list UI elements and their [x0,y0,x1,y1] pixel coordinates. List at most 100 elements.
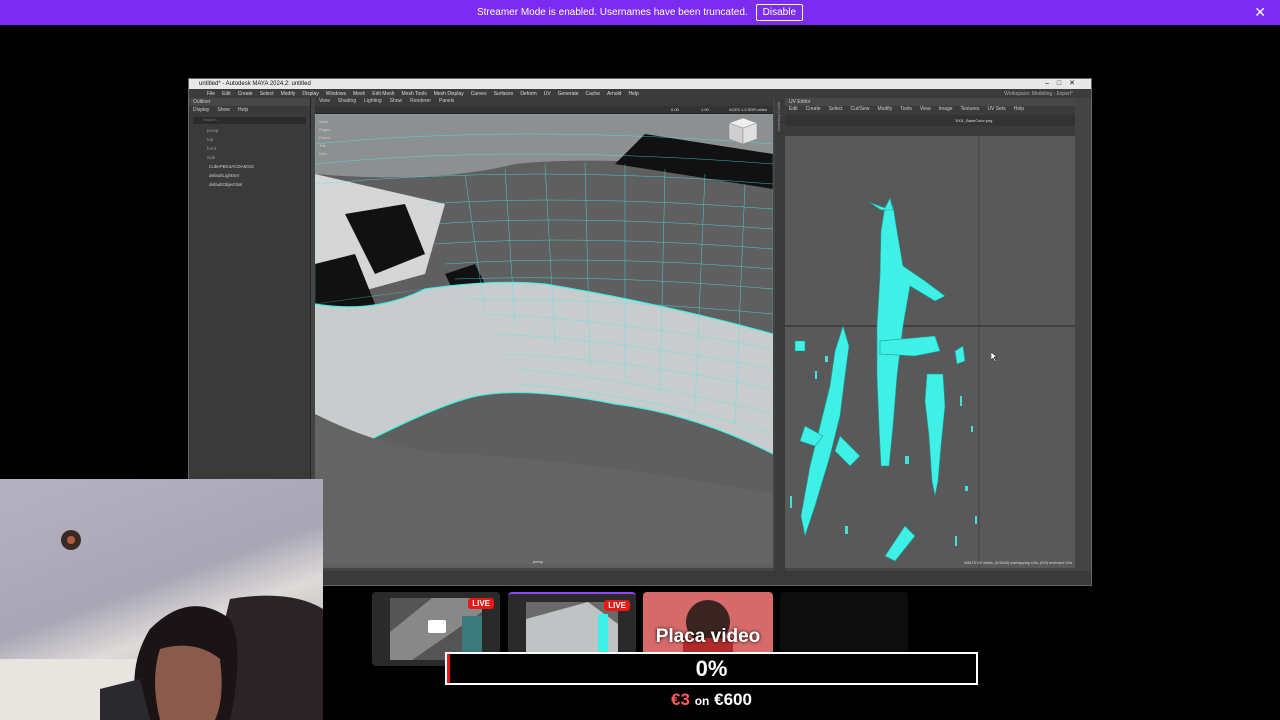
screen-share-icon [428,620,446,633]
placa-video-label: Placa video [655,626,761,647]
outliner-item-persp[interactable]: persp [189,126,310,135]
goal-target: €600 [714,690,752,709]
uv-status-text: 0/8475 UV shells, (0/1643) overlapping U… [964,561,1072,565]
mouse-cursor-icon [991,352,998,362]
uv-menu-uvsets[interactable]: UV Sets [987,106,1005,115]
hud-verts: Verts [319,119,329,124]
menu-item[interactable]: Windows [326,91,346,97]
live-badge: LIVE [468,598,494,609]
side-tab-label: Modelling Toolkit [776,102,781,132]
window-title: untitled* - Autodesk MAYA 2024.2: untitl… [199,81,311,87]
goal-amount: €3 on €600 [445,690,978,710]
uv-menu-cutsew[interactable]: Cut/Sew [851,106,870,115]
uv-menu-edit[interactable]: Edit [789,106,798,115]
menu-item[interactable]: Mesh Display [434,91,464,97]
menu-item[interactable]: Generate [558,91,579,97]
menu-item[interactable]: Help [628,91,638,97]
field-a[interactable]: 0.00 [671,107,679,112]
window-controls[interactable]: –□✕ [1045,79,1083,87]
menu-item[interactable]: Edit [222,91,231,97]
menu-item[interactable]: Create [238,91,253,97]
menu-item[interactable]: Select [260,91,274,97]
view-cube-icon[interactable] [728,117,758,145]
disable-button[interactable]: Disable [755,4,804,21]
streamer-mode-banner: Streamer Mode is enabled. Usernames have… [0,0,1280,25]
workspace-value: Modeling - Expert* [1031,90,1073,97]
menu-item[interactable]: Arnold [607,91,621,97]
uv-grid[interactable]: 0/8475 UV shells, (0/1643) overlapping U… [785,136,1075,568]
menu-item[interactable]: Cache [586,91,600,97]
main-menubar: File Edit Create Select Modify Display W… [189,89,1091,98]
viewport-menu-shading[interactable]: Shading [338,98,356,106]
menu-item[interactable]: File [207,91,215,97]
outliner-search-input[interactable]: Search... [193,117,306,124]
hud-uvs: UVs [319,151,327,156]
outliner-menu-display[interactable]: Display [193,107,209,114]
hud-edges: Edges [319,127,331,132]
goal-current: €3 [671,690,690,709]
hud-faces: Faces [319,135,330,140]
viewport-menu-view[interactable]: View [319,98,330,106]
outliner-menu-show[interactable]: Show [217,107,230,114]
webcam-feed [0,479,323,720]
menu-item[interactable]: UV [544,91,551,97]
outliner-item-object-set[interactable]: defaultObjectSet [189,180,310,189]
donation-goal-bar: 0% [445,652,978,685]
modelling-toolkit-tab[interactable]: Modelling Toolkit [775,98,785,578]
live-badge: LIVE [604,600,630,611]
field-b[interactable]: 1.00 [701,107,709,112]
uv-menu-image[interactable]: Image [939,106,953,115]
outliner-item-top[interactable]: top [189,135,310,144]
uv-menu-textures[interactable]: Textures [961,106,980,115]
uv-editor-panel: UV Editor Edit Create Select Cut/Sew Mod… [785,98,1075,568]
color-space-label[interactable]: ACES 1.0 SDR-video [729,107,767,112]
maya-titlebar: untitled* - Autodesk MAYA 2024.2: untitl… [189,79,1091,89]
viewport-menu-panels[interactable]: Panels [439,98,454,106]
uv-shells [785,136,1075,568]
viewport-menu-renderer[interactable]: Renderer [410,98,431,106]
viewport-menubar: View Shading Lighting Show Renderer Pane… [315,98,773,106]
maya-window: untitled* - Autodesk MAYA 2024.2: untitl… [188,78,1092,586]
goal-on: on [694,694,710,708]
webcam-image [0,530,323,720]
hud-stats: Verts Edges Faces Tris UVs [319,118,330,158]
outliner-item-side[interactable]: side [189,153,310,162]
outliner-title: Outliner [189,98,310,106]
menu-item[interactable]: Mesh [353,91,365,97]
maya-status-bar [189,571,1091,585]
camera-label: persp [533,559,544,564]
uv-menu-view[interactable]: View [920,106,931,115]
menu-item[interactable]: Display [302,91,318,97]
uv-menu-help[interactable]: Help [1014,106,1024,115]
goal-fill [447,654,450,683]
menu-item[interactable]: Modify [281,91,296,97]
workspace-selector[interactable]: Workspace: Modeling - Expert* [1004,91,1073,97]
uv-menu-tools[interactable]: Tools [900,106,912,115]
uv-menu-modify[interactable]: Modify [877,106,892,115]
outliner-item-front[interactable]: front [189,144,310,153]
uv-menu-select[interactable]: Select [829,106,843,115]
viewport-menu-show[interactable]: Show [390,98,403,106]
workspace-label: Workspace: [1004,90,1031,97]
uv-editor-title: UV Editor [785,98,1075,106]
menu-item[interactable]: Edit Mesh [372,91,394,97]
uv-editor-menubar: Edit Create Select Cut/Sew Modify Tools … [785,106,1075,115]
menu-item[interactable]: Mesh Tools [402,91,427,97]
outliner-item-mesh[interactable]: CubePBX4ACDA6015 [189,162,310,171]
outliner-item-light-set[interactable]: defaultLightSet [189,171,310,180]
mesh-wireframe [315,114,773,568]
outliner-menubar: Display Show Help [189,106,310,115]
banner-message: Streamer Mode is enabled. Usernames have… [476,7,748,18]
menu-item[interactable]: Curves [471,91,487,97]
viewport-menu-lighting[interactable]: Lighting [364,98,382,106]
uv-editor-toolbar[interactable]: 1001_BaseColor.png [785,115,1075,126]
close-icon[interactable]: ✕ [1254,4,1266,21]
hud-tris: Tris [319,143,326,148]
outliner-menu-help[interactable]: Help [238,107,248,114]
texture-selector[interactable]: 1001_BaseColor.png [955,118,992,123]
uv-menu-create[interactable]: Create [806,106,821,115]
menu-item[interactable]: Surfaces [494,91,514,97]
goal-percent: 0% [695,655,728,681]
perspective-viewport[interactable]: View Shading Lighting Show Renderer Pane… [315,98,773,568]
menu-item[interactable]: Deform [520,91,536,97]
